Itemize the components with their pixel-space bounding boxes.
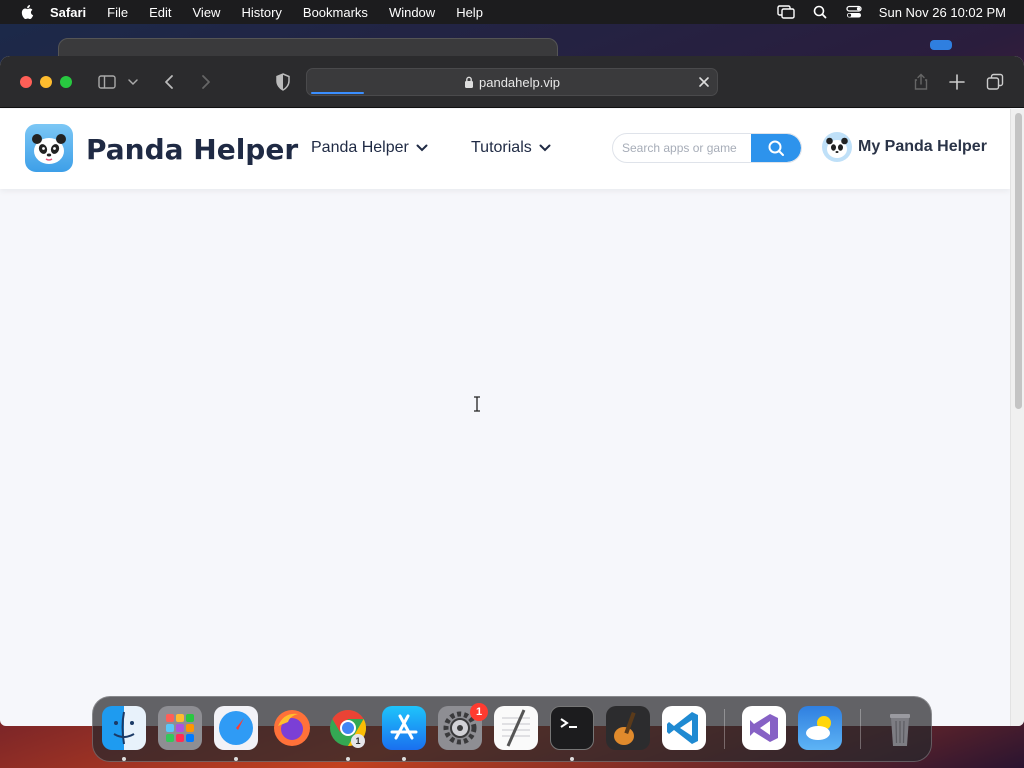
page-scrollbar[interactable] <box>1010 109 1024 726</box>
menu-bookmarks[interactable]: Bookmarks <box>303 5 368 20</box>
terminal-icon[interactable] <box>550 706 594 750</box>
text-cursor-icon <box>474 396 480 412</box>
site-search <box>612 133 802 163</box>
safari-toolbar: pandahelp.vip <box>0 56 1024 108</box>
url-text: pandahelp.vip <box>479 75 560 90</box>
nav-panda-helper-label: Panda Helper <box>311 139 409 156</box>
spotlight-search-icon[interactable] <box>811 5 829 19</box>
background-window-accent <box>930 40 952 50</box>
menu-history[interactable]: History <box>241 5 281 20</box>
finder-running-indicator <box>122 757 126 761</box>
garageband-icon[interactable] <box>606 706 650 750</box>
app-store-icon[interactable] <box>382 706 426 750</box>
menu-bar-clock[interactable]: Sun Nov 26 10:02 PM <box>879 5 1006 20</box>
site-header: Panda Helper Panda Helper Tutorials Sear… <box>0 109 1010 189</box>
launchpad-icon[interactable] <box>158 706 202 750</box>
search-icon <box>768 140 784 156</box>
site-search-input[interactable] <box>613 134 755 162</box>
my-panda-helper-label: My Panda Helper <box>858 138 987 155</box>
privacy-shield-icon[interactable] <box>273 72 293 92</box>
share-icon[interactable] <box>911 72 931 92</box>
screen-mirroring-icon[interactable] <box>777 5 795 19</box>
weather-icon[interactable] <box>798 706 842 750</box>
firefox-icon[interactable] <box>270 706 314 750</box>
sidebar-toggle-icon[interactable] <box>97 72 117 92</box>
minimize-window-button[interactable] <box>40 76 52 88</box>
site-logo-text[interactable]: Panda Helper <box>86 133 298 166</box>
chrome-download-badge: 1 <box>351 734 365 748</box>
panda-avatar-icon <box>822 132 852 162</box>
chrome-running-indicator <box>346 757 350 761</box>
panda-logo-icon[interactable] <box>25 124 73 172</box>
lock-icon <box>465 76 473 88</box>
tab-group-chevron-icon[interactable] <box>126 72 140 92</box>
scrollbar-thumb[interactable] <box>1015 113 1022 409</box>
forward-button-icon[interactable] <box>195 72 215 92</box>
menu-help[interactable]: Help <box>456 5 483 20</box>
menu-view[interactable]: View <box>193 5 221 20</box>
close-window-button[interactable] <box>20 76 32 88</box>
dock-separator <box>860 709 861 749</box>
menu-file[interactable]: File <box>107 5 128 20</box>
stop-loading-icon[interactable] <box>697 75 711 89</box>
menu-window[interactable]: Window <box>389 5 435 20</box>
terminal-running-indicator <box>570 757 574 761</box>
menu-app-name[interactable]: Safari <box>50 5 86 20</box>
dock-separator <box>724 709 725 749</box>
chevron-down-icon <box>539 144 551 152</box>
textedit-icon[interactable] <box>494 706 538 750</box>
visual-studio-icon[interactable] <box>742 706 786 750</box>
dock: 1 1 <box>92 696 932 762</box>
new-tab-icon[interactable] <box>947 72 967 92</box>
chevron-down-icon <box>416 144 428 152</box>
zoom-window-button[interactable] <box>60 76 72 88</box>
nav-tutorials-label: Tutorials <box>471 139 532 156</box>
safari-icon[interactable] <box>214 706 258 750</box>
control-center-icon[interactable] <box>845 5 863 19</box>
apple-menu-icon[interactable] <box>20 5 34 19</box>
tab-overview-icon[interactable] <box>985 72 1005 92</box>
trash-icon[interactable] <box>878 706 922 750</box>
my-panda-helper-link[interactable]: My Panda Helper <box>822 132 987 162</box>
site-search-button[interactable] <box>751 134 801 162</box>
back-button-icon[interactable] <box>160 72 180 92</box>
nav-panda-helper[interactable]: Panda Helper <box>311 139 428 157</box>
safari-running-indicator <box>234 757 238 761</box>
app-store-running-indicator <box>402 757 406 761</box>
settings-notification-badge: 1 <box>470 703 488 721</box>
menu-edit[interactable]: Edit <box>149 5 171 20</box>
address-bar[interactable]: pandahelp.vip <box>306 68 718 96</box>
finder-icon[interactable] <box>102 706 146 750</box>
menu-bar: Safari File Edit View History Bookmarks … <box>0 0 1024 24</box>
page-load-progress <box>311 92 365 94</box>
nav-tutorials[interactable]: Tutorials <box>471 139 551 157</box>
safari-window: pandahelp.vip Panda Helper Panda Helper … <box>0 56 1024 726</box>
vscode-icon[interactable] <box>662 706 706 750</box>
